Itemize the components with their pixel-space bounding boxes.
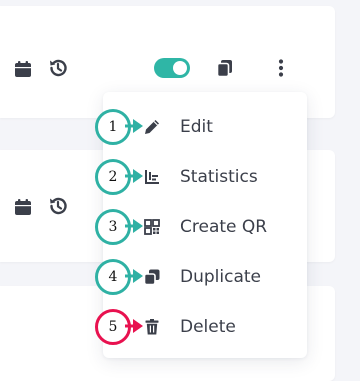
callout-2: 2 xyxy=(95,159,155,195)
menu-item-label: Delete xyxy=(180,317,236,337)
callout-3: 3 xyxy=(95,209,155,245)
callout-arrow-icon xyxy=(125,169,143,183)
callout-arrow-icon xyxy=(125,319,143,333)
toggle-knob xyxy=(173,61,187,75)
calendar-icon[interactable] xyxy=(12,58,34,80)
calendar-icon[interactable] xyxy=(12,196,34,218)
callout-1: 1 xyxy=(95,109,155,145)
callout-4: 4 xyxy=(95,259,155,295)
callout-5: 5 xyxy=(95,309,155,345)
callout-arrow-icon xyxy=(125,119,143,133)
more-vertical-icon[interactable] xyxy=(270,57,292,79)
menu-item-label: Statistics xyxy=(180,167,258,187)
menu-item-label: Duplicate xyxy=(180,267,261,287)
menu-item-label: Edit xyxy=(180,117,213,137)
status-toggle[interactable] xyxy=(154,58,190,78)
callout-arrow-icon xyxy=(125,219,143,233)
menu-item-label: Create QR xyxy=(180,217,268,237)
page: Edit Statistics Create QR Duplicate Dele… xyxy=(0,0,360,381)
copy-icon[interactable] xyxy=(214,57,236,79)
history-icon[interactable] xyxy=(47,57,69,79)
callout-arrow-icon xyxy=(125,269,143,283)
history-icon[interactable] xyxy=(47,195,69,217)
